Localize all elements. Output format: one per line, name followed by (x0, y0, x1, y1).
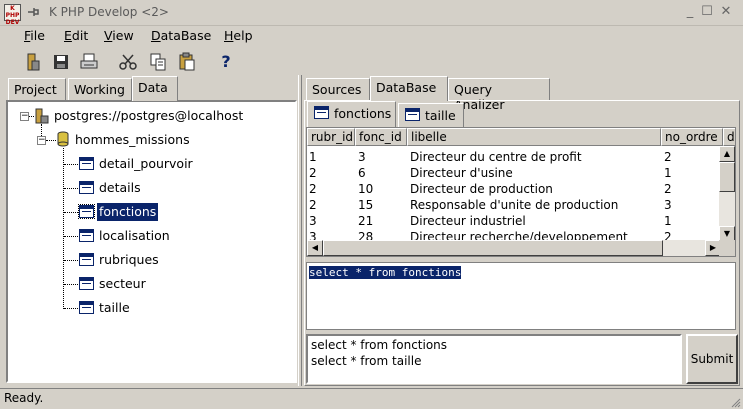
menu-file[interactable]: File (24, 28, 45, 43)
print-icon[interactable] (78, 51, 100, 73)
scroll-left-icon[interactable]: ◀ (307, 240, 323, 256)
table-icon (405, 108, 420, 121)
sql-text: select * from fonctions (309, 266, 462, 279)
pin-icon[interactable] (27, 5, 41, 19)
help-icon[interactable]: ? (215, 51, 237, 73)
tree-item-table[interactable]: rubriques (78, 251, 161, 269)
collapse-connection-icon[interactable]: − (20, 112, 29, 121)
tree-item-table[interactable]: taille (78, 299, 132, 317)
table-label: secteur (99, 276, 146, 291)
column-header[interactable]: libelle (407, 128, 661, 146)
table-icon (79, 277, 94, 290)
vertical-scroll-thumb[interactable] (719, 162, 735, 192)
result-tab-label: taille (425, 108, 456, 123)
collapse-database-icon[interactable]: − (37, 136, 46, 145)
menu-database[interactable]: DataBase (151, 28, 211, 43)
tab-project[interactable]: Project (8, 78, 66, 100)
grid-header: rubr_id fonc_id libelle no_ordre da (307, 128, 735, 146)
tree-item-table[interactable]: localisation (78, 227, 172, 245)
window-title: K PHP Develop <2> (49, 5, 169, 19)
horizontal-scrollbar[interactable]: ◀ ▶ (307, 240, 721, 256)
tree-item-table[interactable]: details (78, 179, 143, 197)
menu-bar: File Edit View DataBase Help (0, 27, 743, 47)
table-icon (79, 229, 94, 242)
tab-result-taille[interactable]: taille (398, 103, 464, 127)
tree-item-table-selected[interactable]: fonctions (78, 203, 159, 221)
menu-help[interactable]: Help (224, 28, 253, 43)
database-icon (57, 131, 69, 147)
table-icon (78, 204, 95, 219)
new-project-icon[interactable] (22, 51, 44, 73)
tab-result-fonctions[interactable]: fonctions (307, 101, 396, 127)
query-history-list[interactable]: select * from fonctions select * from ta… (306, 334, 682, 384)
table-icon (79, 181, 94, 194)
column-header[interactable]: da (723, 128, 735, 146)
submit-button[interactable]: Submit (686, 334, 738, 384)
cut-icon[interactable] (117, 51, 139, 73)
panel-splitter[interactable] (298, 75, 302, 386)
table-label: taille (99, 300, 130, 315)
tab-data[interactable]: Data (132, 76, 178, 101)
result-grid[interactable]: rubr_id fonc_id libelle no_ordre da 1 3 … (306, 127, 736, 257)
tab-database[interactable]: DataBase (370, 76, 448, 101)
list-item[interactable]: select * from fonctions (311, 337, 677, 353)
tree-item-table[interactable]: secteur (78, 275, 148, 293)
resize-grip-icon[interactable] (731, 397, 741, 408)
server-icon (34, 108, 50, 124)
status-text: Ready. (4, 391, 44, 405)
vertical-scrollbar[interactable]: ▲ ▼ (719, 146, 735, 242)
tree-item-connection[interactable]: postgres://postgres@localhost (52, 107, 245, 125)
table-label: rubriques (99, 252, 159, 267)
status-bar: Ready. (0, 388, 743, 409)
table-icon (79, 301, 94, 314)
paste-icon[interactable] (176, 51, 198, 73)
database-tree: − postgres://postgres@localhost − hommes… (6, 100, 297, 383)
title-bar: K PHP DEV K PHP Develop <2> _ ☐ ✕ (0, 0, 743, 26)
tab-query-analizer[interactable]: Query Analizer (448, 78, 550, 112)
minimize-button[interactable]: _ (683, 5, 697, 19)
table-label: detail_pourvoir (99, 156, 193, 171)
column-header[interactable]: no_ordre (661, 128, 723, 146)
save-icon[interactable] (50, 51, 72, 73)
tree-item-database[interactable]: hommes_missions (73, 131, 192, 149)
connection-label: postgres://postgres@localhost (54, 108, 244, 123)
table-row[interactable]: 3 21 Directeur industriel 1 (307, 213, 719, 229)
maximize-button[interactable]: ☐ (700, 5, 714, 19)
close-button[interactable]: ✕ (719, 5, 733, 19)
toolbar: ? (0, 49, 743, 75)
tree-item-table[interactable]: detail_pourvoir (78, 155, 195, 173)
tab-sources[interactable]: Sources (306, 78, 370, 100)
app-icon[interactable]: K PHP DEV (4, 4, 21, 26)
tab-working[interactable]: Working (68, 78, 132, 100)
table-row[interactable]: 1 3 Directeur du centre de profit 2 (307, 149, 719, 165)
table-label: localisation (99, 228, 170, 243)
table-row[interactable]: 2 15 Responsable d'unite de production 3 (307, 197, 719, 213)
menu-view[interactable]: View (104, 28, 134, 43)
column-header[interactable]: fonc_id (355, 128, 407, 146)
scroll-up-icon[interactable]: ▲ (719, 146, 735, 162)
copy-icon[interactable] (147, 51, 169, 73)
database-label: hommes_missions (75, 132, 190, 147)
table-label: fonctions (97, 203, 159, 221)
list-item[interactable]: select * from taille (311, 353, 677, 369)
table-icon (314, 106, 329, 119)
table-icon (79, 253, 94, 266)
horizontal-scroll-thumb[interactable] (323, 240, 663, 256)
column-header[interactable]: rubr_id (307, 128, 355, 146)
table-row[interactable]: 2 10 Directeur de production 2 (307, 181, 719, 197)
sql-editor[interactable]: select * from fonctions (306, 262, 736, 330)
table-icon (79, 157, 94, 170)
menu-edit[interactable]: Edit (64, 28, 88, 43)
table-row[interactable]: 2 6 Directeur d'usine 1 (307, 165, 719, 181)
table-label: details (99, 180, 141, 195)
result-tab-label: fonctions (334, 106, 392, 121)
